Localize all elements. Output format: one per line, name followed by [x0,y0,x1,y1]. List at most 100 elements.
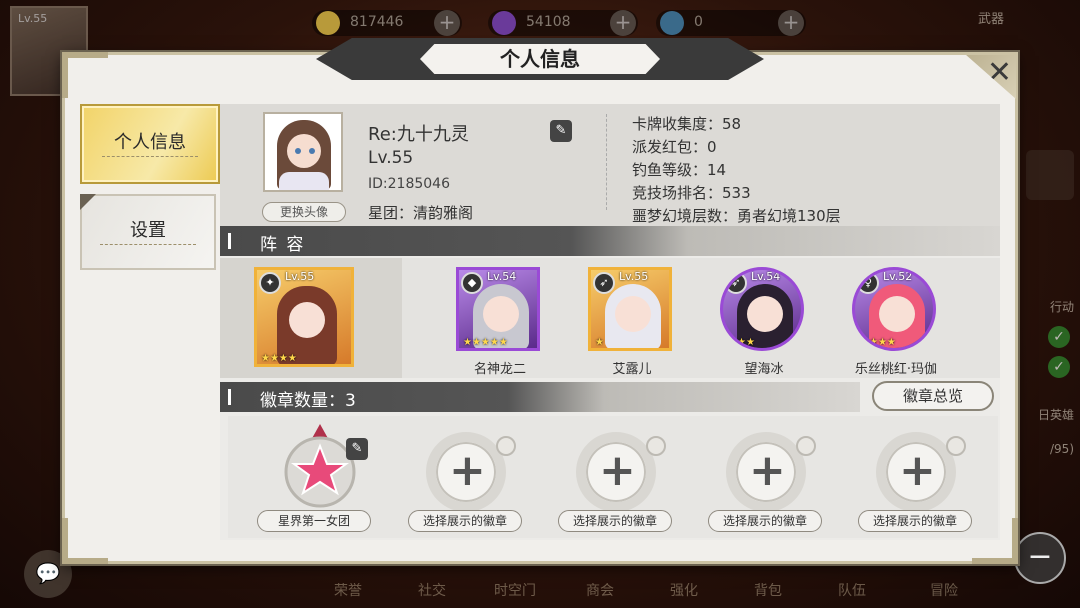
player-guild: 星团：清韵雅阁 [368,204,474,222]
side-text-hero: 日英雄 [1037,408,1074,422]
class-icon: ➶ [593,272,615,294]
badge-slot-label[interactable]: 选择展示的徽章 [858,510,972,532]
avatar-eye [309,148,315,154]
team-member-card[interactable]: ◆ Lv.54 ★★★★★ [456,267,540,351]
stat-red-packets: 派发红包：0 [632,138,717,156]
team-header: 阵 容 [220,226,1000,256]
tab-profile-label: 个人信息 [114,132,186,153]
crystal-icon [492,11,516,35]
bottom-nav: 荣誉 社交 时空门 商会 强化 背包 队伍 冒险 [300,568,1000,608]
card-stars: ★ [595,337,604,348]
plus-icon: + [449,445,486,496]
check-icon: ✓ [1048,356,1070,378]
nav-team[interactable]: 队伍 [838,580,866,600]
tab-corner-mark [80,194,96,210]
plus-icon: + [899,445,936,496]
side-menu-icon[interactable] [1026,150,1074,200]
panel-corner [62,518,108,564]
badge-slot-knob [796,436,816,456]
card-level: Lv.55 [619,270,649,283]
gold-currency: 817446 + [312,10,462,36]
badge-slot-label: 星界第一女团 [257,510,371,532]
badge-slot-empty[interactable]: + [568,432,666,518]
avatar-body [279,172,329,190]
token-value: 0 [694,14,703,30]
badges-header: 徽章数量：3 [220,382,860,412]
gold-coin-icon [316,11,340,35]
edit-name-icon[interactable]: ✎ [550,120,572,142]
nav-shop[interactable]: 商会 [586,580,614,600]
card-face [615,296,651,332]
side-text-count: /95) [1050,442,1074,456]
badge-slot-knob [646,436,666,456]
nav-adventure[interactable]: 冒险 [930,580,958,600]
side-text-action: 行动 [1049,300,1074,314]
team-member-card[interactable]: ➶ Lv.55 ★ [588,267,672,351]
player-name: Re:九十九灵 [368,124,469,145]
member-name: 乐丝桃红·玛伽 [854,362,938,377]
token-currency: 0 + [656,10,806,36]
add-token-button[interactable]: + [778,10,804,36]
nav-social[interactable]: 社交 [418,580,446,600]
avatar-face [287,134,321,168]
tab-profile[interactable]: 个人信息 [82,106,218,182]
crystal-currency: 54108 + [488,10,638,36]
collapse-button[interactable]: − [1014,532,1066,584]
add-gold-button[interactable]: + [434,10,460,36]
badge-slot-empty[interactable]: + [718,432,816,518]
tab-settings-label: 设置 [130,220,166,241]
nav-portal[interactable]: 时空门 [494,580,536,600]
nav-honor[interactable]: 荣誉 [334,580,362,600]
stat-fishing-level: 钓鱼等级：14 [632,161,727,179]
stat-nightmare-floor: 噩梦幻境层数：勇者幻境130层 [632,207,841,225]
class-icon: ◆ [461,272,483,294]
tab-divider [102,156,198,157]
badge-slot-empty[interactable]: + [868,432,966,518]
team-member-card[interactable]: ♀ Lv.52 ★★★ [852,267,936,351]
change-avatar-button[interactable]: 更换头像 [262,202,346,222]
tab-settings[interactable]: 设置 [80,194,216,270]
stat-arena-rank: 竞技场排名：533 [632,184,751,202]
card-face [483,296,519,332]
badge-slot-empty[interactable]: + [418,432,516,518]
badge-overview-button[interactable]: 徽章总览 [872,381,994,411]
avatar[interactable] [263,112,343,192]
team-member-card[interactable]: ➶ Lv.54 ★★ [720,267,804,351]
add-crystal-button[interactable]: + [610,10,636,36]
card-stars: ★★★ [869,337,896,348]
badges-header-text: 徽章数量：3 [260,391,356,411]
plus-icon: + [749,445,786,496]
header-mark [228,233,231,249]
member-name: 望海冰 [744,362,784,377]
badge-slot-knob [946,436,966,456]
stat-card-collection: 卡牌收集度：58 [632,115,742,133]
stats-divider [606,114,607,210]
nav-enhance[interactable]: 强化 [670,580,698,600]
check-icon: ✓ [1048,326,1070,348]
edit-badge-icon[interactable]: ✎ [346,438,368,460]
gold-value: 817446 [350,14,404,30]
player-id: ID:2185046 [368,176,450,192]
nav-bag[interactable]: 背包 [754,580,782,600]
team-leader-card[interactable]: ✦ Lv.55 ★★★★ [254,267,354,367]
dialog-title: 个人信息 [420,44,660,74]
badge-slot-label[interactable]: 选择展示的徽章 [408,510,522,532]
avatar-eye [295,148,301,154]
badge-slot-label[interactable]: 选择展示的徽章 [558,510,672,532]
card-level: Lv.52 [883,270,913,283]
class-icon: ✦ [259,272,281,294]
weapon-label[interactable]: 武器 [978,8,1004,27]
card-stars: ★★ [737,337,755,348]
token-icon [660,11,684,35]
player-level-small: Lv.55 [18,12,48,25]
class-icon: ➶ [725,272,747,294]
card-level: Lv.55 [285,270,315,283]
tab-divider [100,244,196,245]
team-header-text: 阵 容 [260,235,306,255]
member-name: 名神龙二 [473,362,526,377]
panel-corner [62,52,108,98]
badge-slot-knob [496,436,516,456]
badge-star-emblem[interactable] [274,420,366,516]
card-level: Lv.54 [487,270,517,283]
badge-slot-label[interactable]: 选择展示的徽章 [708,510,822,532]
